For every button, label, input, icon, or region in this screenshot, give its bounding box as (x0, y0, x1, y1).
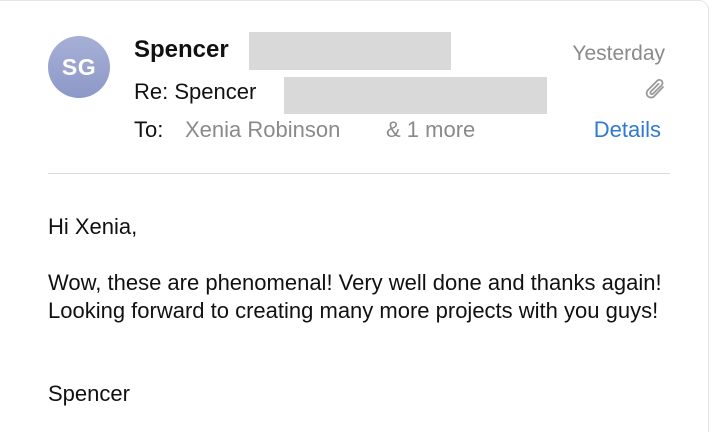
message-date: Yesterday (572, 42, 665, 65)
message-body: Wow, these are phenomenal! Very well don… (48, 270, 662, 323)
sender-name: Spencer (134, 36, 229, 63)
recipients-more[interactable]: & 1 more (386, 117, 475, 143)
avatar-initials: SG (61, 53, 97, 80)
header-divider (48, 173, 670, 174)
to-label: To: (134, 117, 164, 142)
avatar: SG (48, 36, 110, 98)
paperclip-icon-graphic (645, 79, 664, 99)
redacted-subject (284, 77, 547, 114)
details-link[interactable]: Details (594, 117, 661, 143)
recipient-name[interactable]: Xenia Robinson (185, 117, 340, 143)
message-pane: SG Spencer Re: Spencer To: Xenia Robinso… (0, 0, 709, 432)
paperclip-icon[interactable] (643, 77, 669, 105)
message-signoff: Spencer (48, 381, 130, 406)
subject-line: Re: Spencer (134, 79, 257, 104)
message-greeting: Hi Xenia, (48, 214, 138, 239)
redacted-sender-surname (249, 32, 451, 70)
